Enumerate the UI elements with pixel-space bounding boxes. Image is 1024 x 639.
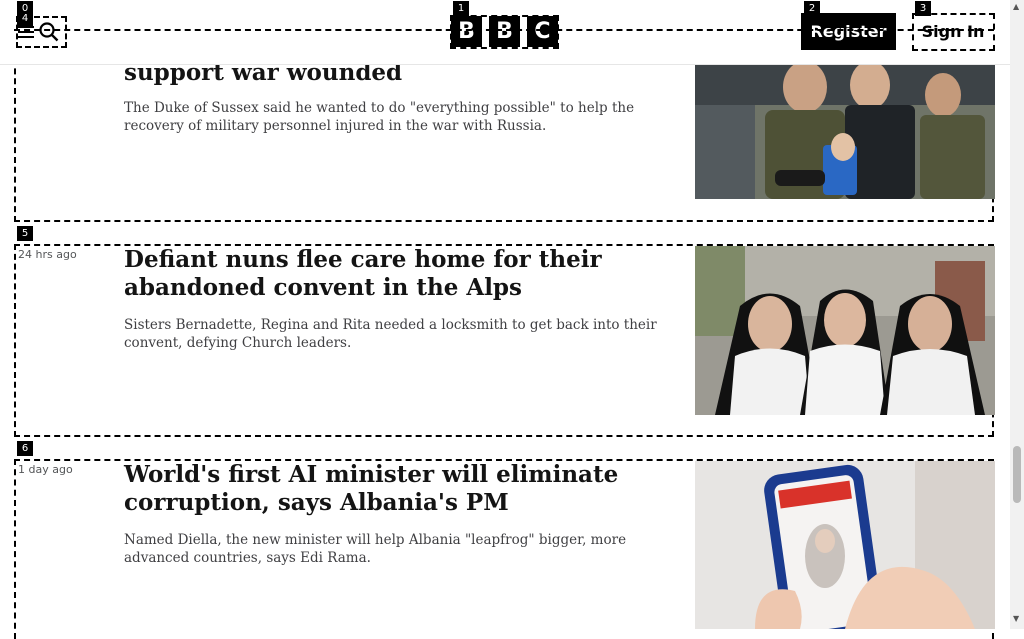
story-headline[interactable]: Defiant nuns flee care home for their ab… [124,246,684,302]
story-card-nuns[interactable]: 24 hrs ago Defiant nuns flee care home f… [14,244,995,437]
story-top-outline [14,29,994,31]
logo-outline [450,15,559,49]
story-image-nuns[interactable] [695,246,995,415]
register-button[interactable]: Register [801,13,896,50]
element-tag-5: 5 [17,226,33,241]
scroll-down-icon[interactable]: ▼ [1013,614,1019,623]
story-card-albania[interactable]: 1 day ago World's first AI minister will… [14,459,995,639]
scroll-thumb[interactable] [1013,446,1021,503]
story-image-phone[interactable] [695,461,995,629]
sign-in-outline [912,13,995,51]
element-tag-6: 6 [17,441,33,456]
scroll-up-icon[interactable]: ▲ [1013,2,1019,11]
story-headline[interactable]: World's first AI minister will eliminate… [124,461,684,517]
page-scrollbar[interactable]: ▲ ▼ [1010,0,1024,629]
story-timestamp: 1 day ago [18,463,73,476]
element-tag-4: 4 [17,11,33,26]
element-tag-2: 2 [804,1,820,16]
element-tag-1: 1 [453,1,469,16]
story-summary: The Duke of Sussex said he wanted to do … [124,100,635,134]
story-summary: Named Diella, the new minister will help… [124,532,627,566]
story-summary: Sisters Bernadette, Regina and Rita need… [124,317,657,351]
element-tag-3: 3 [915,1,931,16]
story-image-harry[interactable] [695,65,995,199]
story-timestamp: 24 hrs ago [18,248,77,261]
